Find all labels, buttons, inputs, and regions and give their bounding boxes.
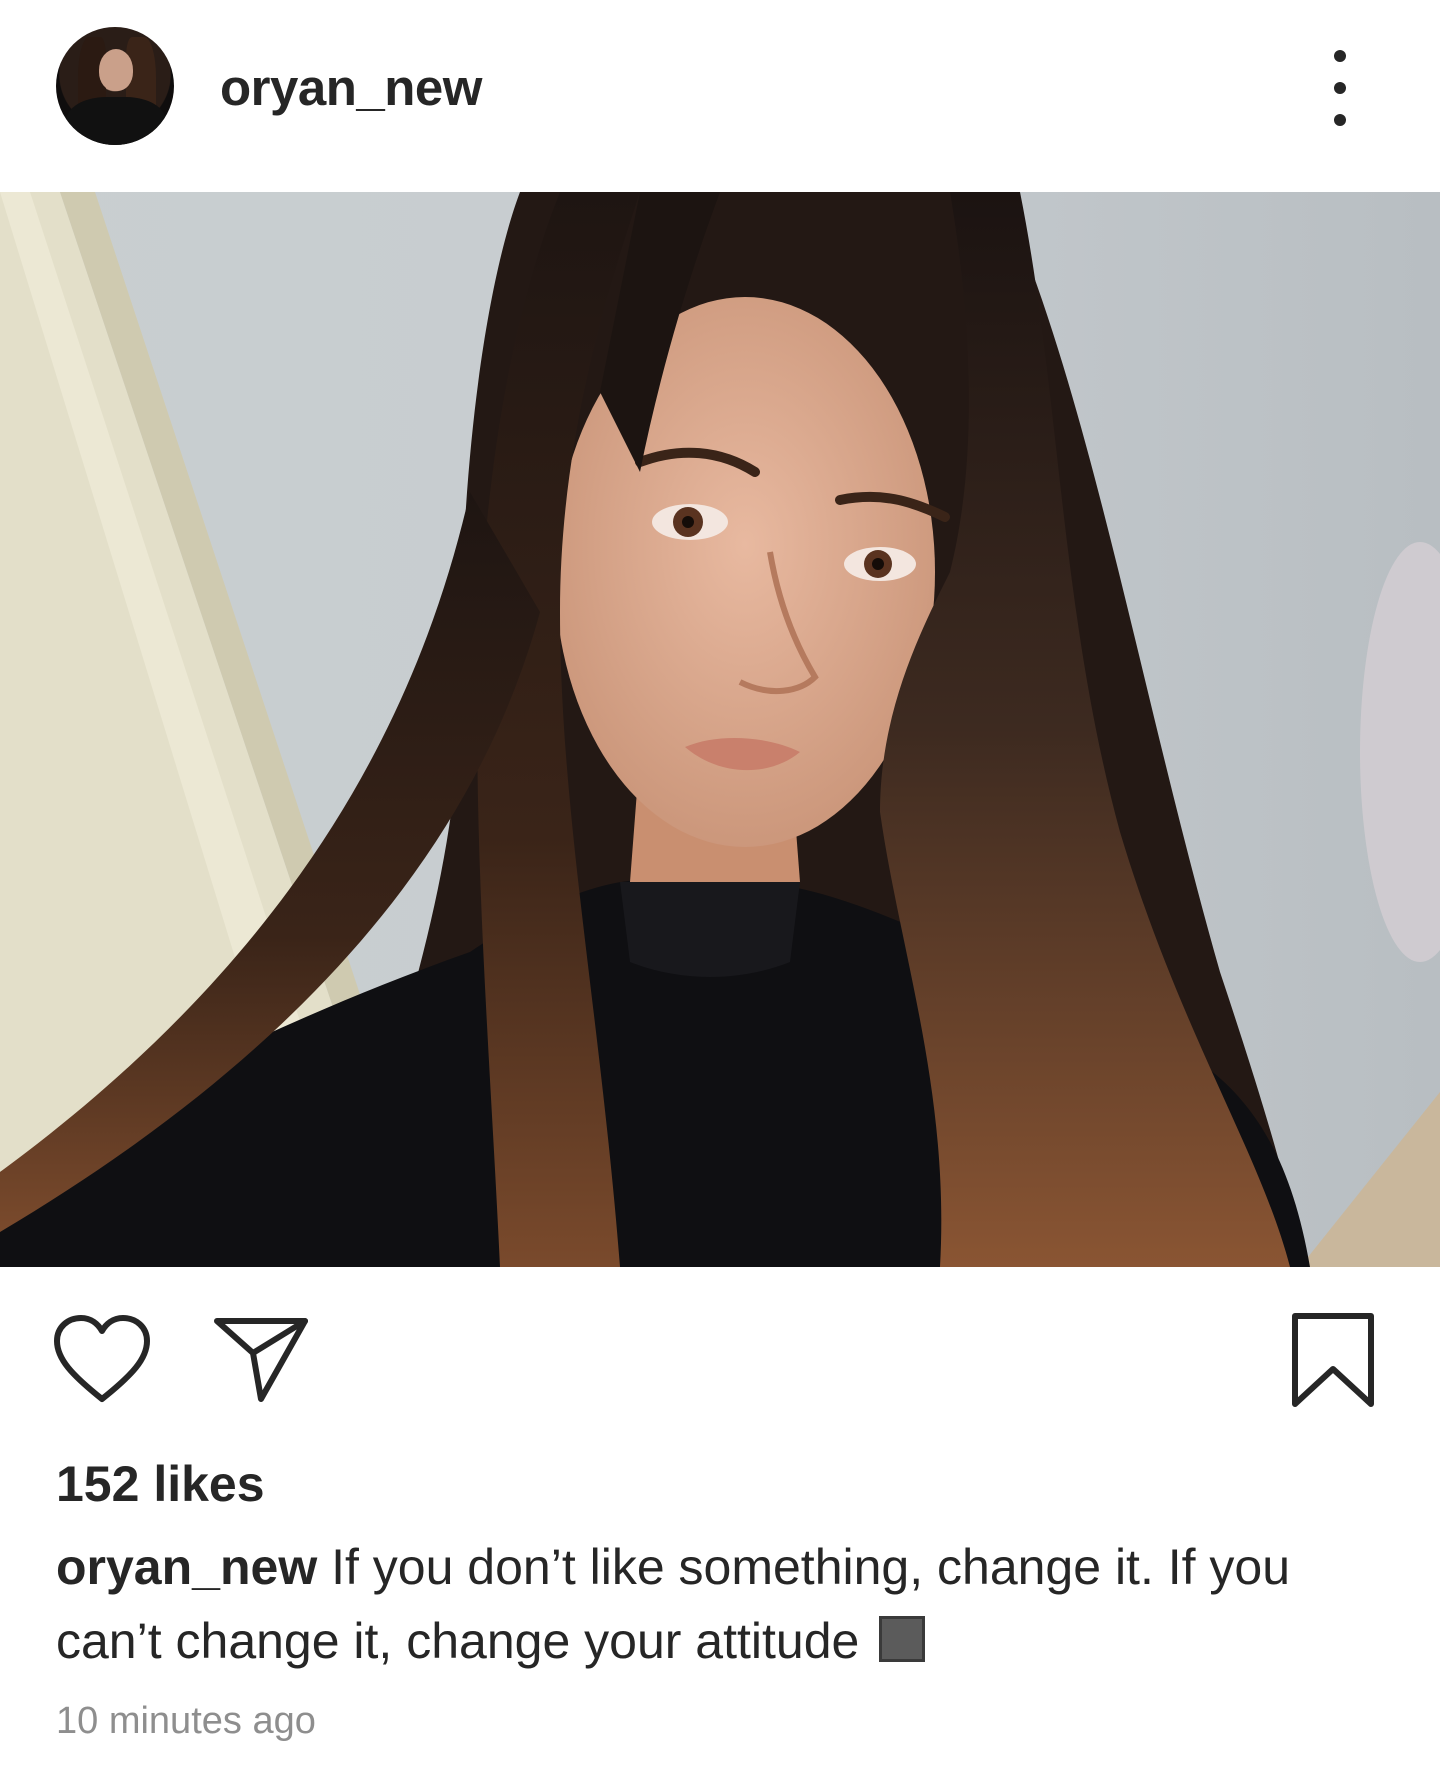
post-timestamp: 10 minutes ago	[56, 1700, 316, 1742]
more-vertical-icon	[1334, 50, 1346, 62]
heart-icon	[54, 1315, 150, 1402]
save-button[interactable]	[1290, 1311, 1376, 1409]
more-vertical-icon-dot	[1334, 114, 1346, 126]
post-header: oryan_new	[0, 0, 1440, 192]
more-options-button[interactable]	[1318, 50, 1362, 126]
likes-count[interactable]: 152 likes	[56, 1455, 265, 1513]
instagram-post: oryan_new 152 likes oryan_new If you don…	[0, 0, 1440, 1772]
caption-username[interactable]: oryan_new	[56, 1539, 317, 1595]
profile-avatar[interactable]	[56, 27, 174, 145]
author-username[interactable]: oryan_new	[220, 58, 482, 117]
post-photo[interactable]	[0, 192, 1440, 1267]
square-emoji-icon	[879, 1616, 926, 1662]
more-vertical-icon-dot	[1334, 82, 1346, 94]
post-caption: oryan_new If you don’t like something, c…	[56, 1530, 1356, 1678]
avatar-face	[99, 49, 133, 91]
bookmark-icon	[1292, 1313, 1374, 1407]
share-button[interactable]	[213, 1315, 309, 1403]
avatar-body	[66, 97, 166, 145]
post-actions	[0, 1267, 1440, 1447]
send-icon	[214, 1318, 308, 1402]
selfie-photo	[0, 192, 1440, 1267]
like-button[interactable]	[52, 1313, 152, 1405]
